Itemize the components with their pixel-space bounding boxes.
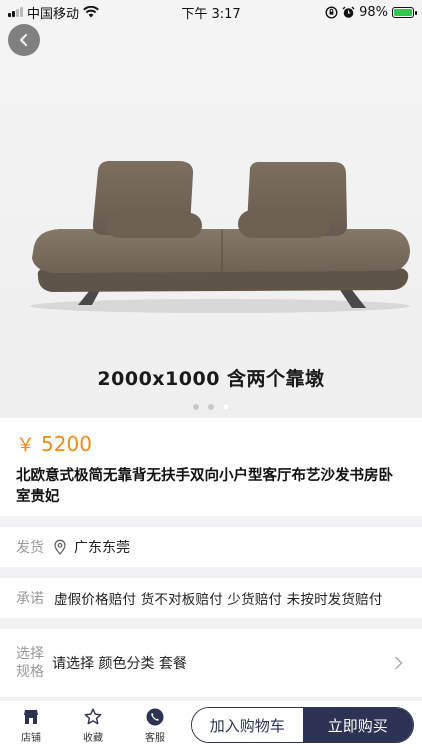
buy-now-button[interactable]: 立即购买 xyxy=(302,708,413,742)
carrier-name: 中国移动 xyxy=(27,6,80,22)
clock: 下午 3:17 xyxy=(181,6,241,22)
product-info-card: ￥ 5200 北欧意式极简无靠背无扶手双向小户型客厅布艺沙发书房卧室贵妃 xyxy=(0,418,422,516)
location-pin-icon xyxy=(54,539,66,555)
price-value: 5200 xyxy=(41,432,92,456)
spec-selector-row[interactable]: 选择 规格 请选择 颜色分类 套餐 xyxy=(0,629,422,697)
service-label: 客服 xyxy=(145,733,165,744)
image-caption: 2000x1000 含两个靠墩 xyxy=(97,368,325,390)
shipping-label: 发货 xyxy=(16,540,44,556)
favorite-label: 收藏 xyxy=(83,733,103,744)
add-to-cart-button[interactable]: 加入购物车 xyxy=(192,708,303,742)
spec-label-line2: 规格 xyxy=(16,664,44,680)
shop-label: 店铺 xyxy=(21,733,41,744)
shop-icon xyxy=(24,710,38,724)
orientation-lock-icon xyxy=(325,5,338,19)
alarm-icon xyxy=(342,6,355,18)
chevron-left-icon xyxy=(20,34,27,46)
wifi-icon xyxy=(83,6,99,18)
promise-row[interactable]: 承诺 虚假价格赔付 货不对板赔付 少货赔付 未按时发货赔付 xyxy=(0,578,422,618)
phone-icon xyxy=(146,708,164,726)
sofa-image xyxy=(30,160,410,313)
spec-label-line1: 选择 xyxy=(16,646,44,662)
promise-text: 虚假价格赔付 货不对板赔付 少货赔付 未按时发货赔付 xyxy=(54,592,383,608)
currency-symbol: ￥ xyxy=(16,434,36,456)
shop-tab[interactable]: 店铺 xyxy=(0,707,62,744)
purchase-buttons: 加入购物车 立即购买 xyxy=(191,707,414,743)
signal-icon xyxy=(8,7,23,17)
product-price: ￥ 5200 xyxy=(16,430,406,457)
battery-percent: 98% xyxy=(359,4,388,20)
carousel-dot-active[interactable] xyxy=(223,404,229,410)
product-image-carousel[interactable]: 2000x1000 含两个靠墩 xyxy=(0,0,422,418)
back-button[interactable] xyxy=(8,24,40,56)
carousel-dot[interactable] xyxy=(193,404,199,410)
spec-label: 选择 规格 xyxy=(16,645,52,681)
shipping-row: 发货 广东东莞 xyxy=(0,527,422,567)
battery-icon xyxy=(392,6,417,18)
carousel-dot[interactable] xyxy=(208,404,214,410)
bottom-action-bar: 店铺 收藏 客服 加入购物车 立即购买 xyxy=(0,700,422,750)
carousel-indicator xyxy=(0,404,422,410)
product-title: 北欧意式极简无靠背无扶手双向小户型客厅布艺沙发书房卧室贵妃 xyxy=(16,468,393,505)
favorite-tab[interactable]: 收藏 xyxy=(62,707,124,744)
status-bar: 中国移动 下午 3:17 98% xyxy=(0,0,422,24)
promise-label: 承诺 xyxy=(16,591,44,607)
service-tab[interactable]: 客服 xyxy=(124,707,186,744)
spec-value: 请选择 颜色分类 套餐 xyxy=(52,656,187,672)
shipping-location: 广东东莞 xyxy=(74,540,130,556)
star-icon xyxy=(84,708,102,725)
chevron-right-icon xyxy=(395,656,403,670)
